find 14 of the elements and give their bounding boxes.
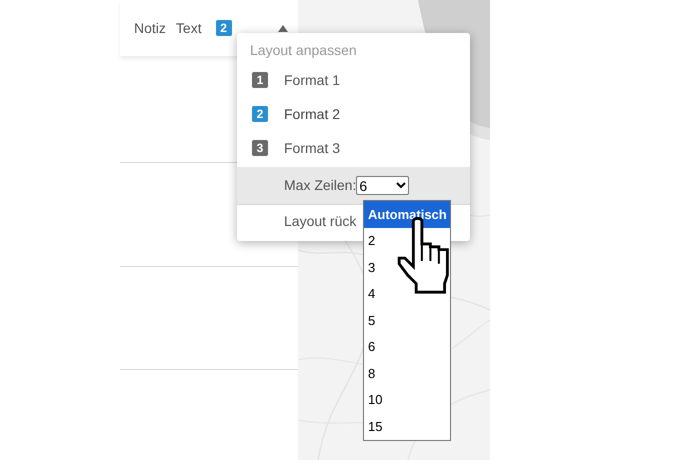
format-badge: 1 — [252, 72, 268, 88]
reset-layout-item[interactable]: Layout rück — [284, 210, 356, 232]
toolbar-link[interactable]: Text — [176, 18, 202, 38]
toolbar-link[interactable]: Notiz — [134, 18, 166, 38]
format-menu-item[interactable]: Format 3 — [284, 138, 340, 158]
dropdown-option[interactable]: Automatisch — [364, 201, 450, 228]
menu-title: Layout anpassen — [250, 40, 357, 60]
format-badge: 3 — [252, 140, 268, 156]
format-menu-item[interactable]: Format 2 — [284, 104, 340, 124]
format-badge: 2 — [252, 106, 268, 122]
chevron-down-icon — [396, 182, 406, 189]
max-rows-select[interactable]: 6 — [356, 176, 410, 195]
format-menu-item[interactable]: Format 1 — [284, 70, 340, 90]
max-rows-label: Max Zeilen: — [284, 176, 356, 195]
